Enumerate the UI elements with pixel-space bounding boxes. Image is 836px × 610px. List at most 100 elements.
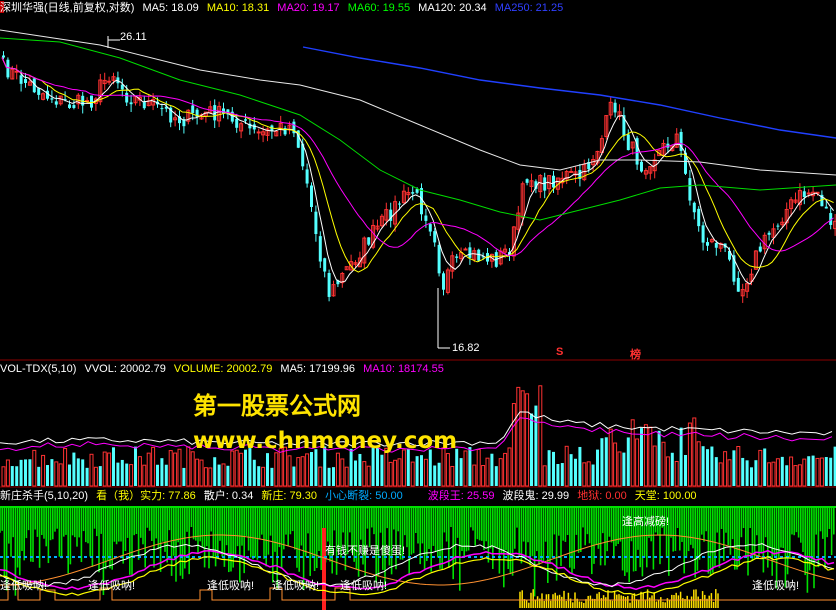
volume-bar [596, 449, 599, 486]
price-candle-body [697, 208, 701, 227]
price-candle-body [2, 55, 5, 58]
indicator-break-dots [630, 556, 633, 558]
volume-bar [397, 458, 402, 487]
stock-chart-window: 深圳华强(日线,前复权,对数) MA5: 18.09 MA10: 18.31 M… [0, 0, 836, 610]
price-candle-body [806, 192, 811, 195]
volume-bar [362, 461, 367, 487]
volume-bar [190, 451, 195, 487]
volume-bar [661, 441, 666, 487]
ind-note-high-reduce: 逢高减磅! [622, 516, 670, 528]
volume-bar [802, 458, 807, 487]
indicator-break-dots [96, 556, 99, 558]
indicator-break-dots [192, 556, 195, 558]
ma250-label: MA250: 21.25 [494, 2, 564, 14]
price-candle-body [433, 231, 437, 243]
volume-bar [63, 448, 68, 487]
volume-bar [530, 413, 533, 486]
volume-bar [230, 450, 235, 487]
price-candle-body [463, 248, 468, 251]
volume-bar [287, 455, 292, 487]
volume-bar [310, 452, 313, 486]
volume-bar [168, 450, 173, 487]
low-price-label: 16.82 [452, 342, 480, 354]
ma20-label: MA20: 19.17 [277, 2, 340, 14]
volume-bar [81, 459, 85, 486]
volume-bar [600, 438, 604, 486]
ind-note-profit: 有钱不赚是傻蛋! [325, 545, 406, 557]
volume-bar [525, 393, 530, 487]
indicator-break-dots [474, 556, 477, 558]
ind-break: 小心断裂: 50.00 [325, 490, 403, 502]
volume-bar [173, 452, 178, 487]
volume-bar [613, 442, 618, 487]
ind-retail: 散户: 0.34 [203, 490, 254, 502]
vol-ma5-label: MA5: 17199.96 [280, 363, 356, 375]
volume-bar [354, 460, 357, 486]
price-candle-body [142, 101, 146, 109]
volume-bar [696, 441, 701, 487]
price-candle-body [424, 215, 428, 221]
volume-bar [89, 453, 94, 487]
volume-bar [199, 459, 204, 487]
volume-bar [134, 446, 137, 486]
indicator-break-dots [162, 556, 165, 558]
volume-bar [358, 453, 362, 486]
price-candle-body [706, 242, 709, 246]
indicator-break-dots [672, 556, 675, 558]
price-candle-body [14, 70, 19, 73]
volume-bar [503, 452, 508, 487]
ma250-line [302, 46, 836, 139]
ind-wave-ghost: 波段鬼: 29.99 [502, 490, 570, 502]
indicator-red-spike [322, 528, 326, 610]
indicator-break-dots [774, 556, 777, 558]
volume-bar [763, 448, 767, 486]
indicator-break-dots [228, 556, 231, 558]
watermark-title: 第一股票公式网 [193, 392, 361, 420]
volume-bar [221, 463, 226, 487]
volume-bar [829, 457, 833, 486]
chart-canvas[interactable] [0, 0, 836, 610]
indicator-break-dots [588, 556, 591, 558]
volume-bar [401, 449, 406, 487]
indicator-break-dots [12, 556, 15, 558]
volume-bar [107, 452, 112, 487]
volume-bar [203, 467, 208, 487]
volume-bar [177, 448, 182, 487]
volume-bar [793, 465, 798, 487]
volume-bar [213, 457, 217, 486]
volume-bar [292, 466, 296, 486]
volume-bar [72, 452, 76, 486]
volume-bar [604, 437, 608, 486]
indicator-break-dots [492, 556, 495, 558]
indicator-break-dots [156, 556, 159, 558]
volume-bar [819, 457, 824, 487]
indicator-break-dots [678, 556, 681, 558]
indicator-break-dots [270, 556, 273, 558]
indicator-break-dots [594, 556, 597, 558]
volume-bar [335, 452, 340, 487]
volume-bar [318, 466, 323, 487]
volume-bar [314, 449, 318, 486]
indicator-break-dots [78, 556, 81, 558]
indicator-break-dots [648, 556, 651, 558]
indicator-break-dots [732, 556, 735, 558]
volume-bar [125, 463, 129, 486]
volume-bar [195, 458, 200, 487]
price-candle-body [19, 75, 23, 84]
volume-bar [160, 458, 164, 486]
volume-bar [758, 449, 763, 487]
volume-bar [10, 466, 14, 486]
rank-mark: 榜 [630, 349, 641, 361]
volume-bar [674, 461, 679, 487]
ind-title: 新庄杀手(5,10,20) [0, 490, 89, 502]
price-candle-body [767, 232, 771, 235]
indicator-break-dots [102, 556, 105, 558]
volume-bar [640, 428, 643, 486]
indicator-break-dots [24, 556, 27, 558]
volume-bar [137, 456, 142, 487]
volume-bar [710, 446, 714, 486]
price-candle-body [367, 237, 371, 245]
indicator-break-dots [150, 556, 153, 558]
volume-bar [257, 466, 261, 486]
volume-bar [305, 453, 310, 487]
